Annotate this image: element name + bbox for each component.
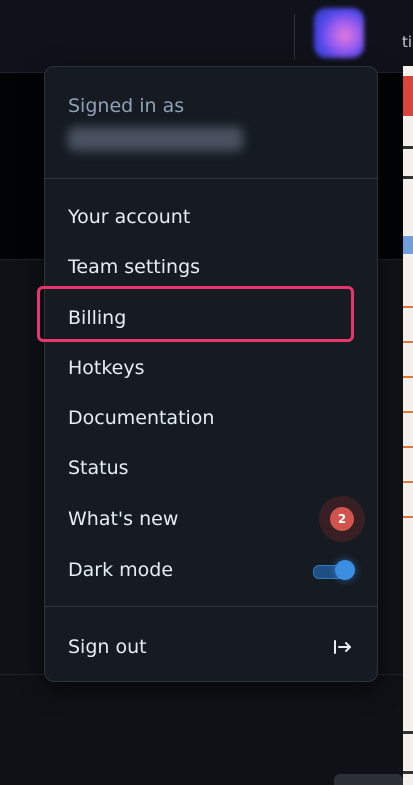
adjacent-window-mark	[403, 146, 413, 149]
menu-item-status[interactable]: Status	[45, 445, 377, 491]
adjacent-window-mark	[403, 771, 413, 774]
signed-in-label: Signed in as	[68, 95, 185, 117]
toggle-knob	[335, 560, 355, 580]
dark-mode-toggle[interactable]	[313, 560, 355, 580]
menu-divider	[45, 606, 377, 607]
menu-item-label: Hotkeys	[68, 357, 145, 379]
menu-item-hotkeys[interactable]: Hotkeys	[45, 345, 377, 391]
menu-item-whats-new[interactable]: What's new 2	[45, 496, 377, 542]
menu-item-label: Your account	[68, 206, 191, 228]
menu-item-label: Status	[68, 457, 129, 479]
adjacent-window-strip	[403, 66, 413, 785]
adjacent-window-red-block	[403, 76, 413, 116]
menu-item-dark-mode[interactable]: Dark mode	[45, 547, 377, 593]
whats-new-count-badge: 2	[330, 507, 354, 531]
menu-item-documentation[interactable]: Documentation	[45, 395, 377, 441]
adjacent-window-mark	[403, 446, 413, 448]
menu-item-billing[interactable]: Billing	[45, 295, 377, 341]
adjacent-window-mark	[403, 341, 413, 343]
menu-item-label: Team settings	[68, 256, 201, 278]
menu-item-label: Dark mode	[68, 559, 174, 581]
sign-out-arrow-icon	[334, 640, 351, 654]
adjacent-window-mark	[403, 411, 413, 413]
menu-item-sign-out[interactable]: Sign out	[45, 624, 377, 670]
bottom-chip	[334, 774, 403, 785]
top-bar: ti	[0, 0, 413, 73]
user-avatar[interactable]	[314, 8, 364, 58]
adjacent-window-mark	[403, 516, 413, 518]
menu-item-label: Documentation	[68, 407, 215, 429]
adjacent-window-mark	[403, 376, 413, 378]
topbar-divider	[294, 14, 295, 60]
topbar-clipped-text: ti	[402, 33, 413, 51]
adjacent-window-link	[403, 236, 413, 254]
menu-header: Signed in as	[45, 67, 377, 178]
notification-badge-icon: 2	[319, 496, 365, 542]
menu-divider	[45, 178, 377, 179]
adjacent-window-mark	[403, 731, 413, 734]
adjacent-window-mark	[403, 481, 413, 483]
menu-item-your-account[interactable]: Your account	[45, 194, 377, 240]
menu-item-label: Billing	[68, 307, 127, 329]
menu-item-team-settings[interactable]: Team settings	[45, 244, 377, 290]
username-blurred	[68, 127, 243, 151]
menu-item-label: What's new	[68, 508, 179, 530]
adjacent-window-mark	[403, 176, 413, 179]
menu-item-label: Sign out	[68, 636, 147, 658]
account-dropdown-menu: Signed in as Your account Team settings …	[44, 66, 378, 682]
adjacent-window-mark	[403, 306, 413, 308]
